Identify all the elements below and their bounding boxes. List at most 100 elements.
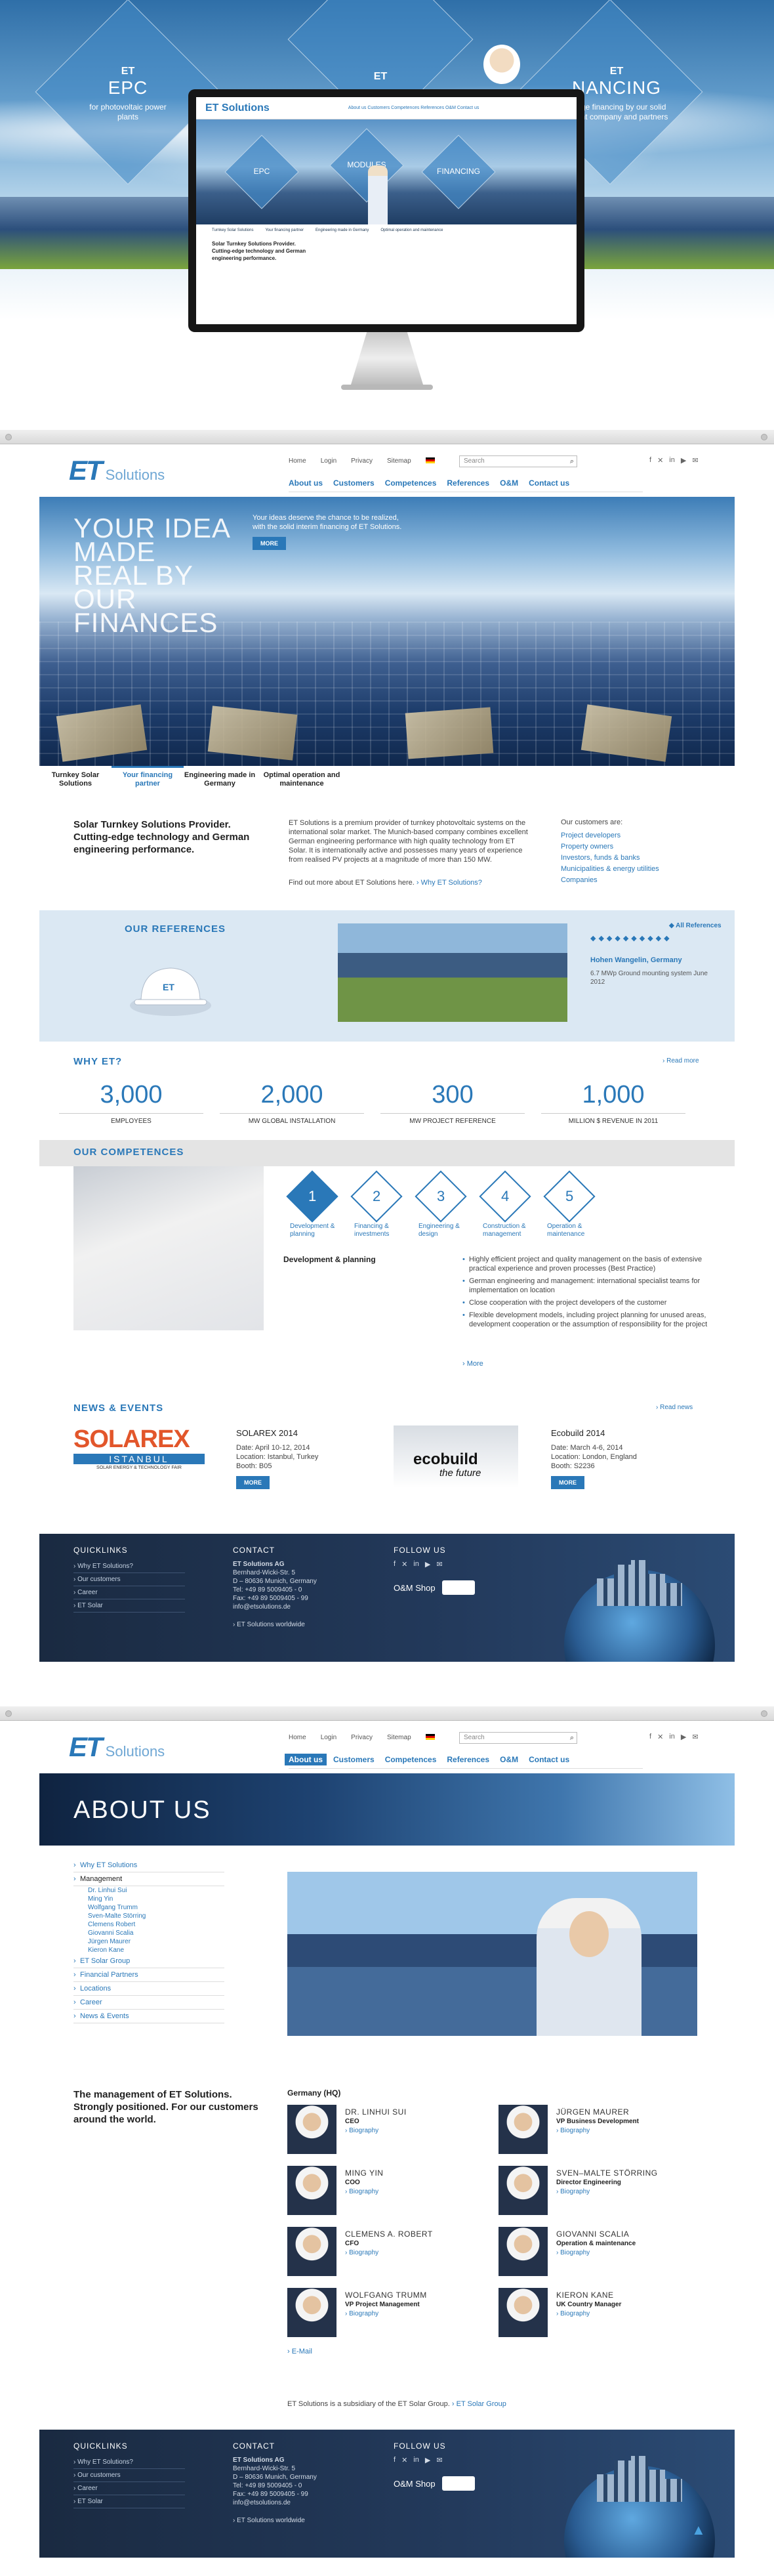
window-close-icon[interactable] [5,434,12,440]
xing-icon[interactable]: ✕ [401,1560,407,1569]
nav-competences[interactable]: Competences [385,1755,437,1764]
window-close-icon[interactable] [5,1710,12,1717]
tab-engineering[interactable]: Engineering made in Germany [184,766,256,799]
competence-more-link[interactable]: › More [462,1360,483,1368]
ecobuild-logo[interactable]: ecobuild the future [394,1425,518,1488]
top-link-privacy[interactable]: Privacy [351,1734,373,1741]
footer-email-link[interactable]: info@etsolutions.de [233,2499,317,2507]
biography-link[interactable]: › Biography [556,2188,590,2195]
footer-link[interactable]: › Career [73,2482,185,2495]
xing-icon[interactable]: ✕ [657,456,663,465]
email-link[interactable]: › E-Mail [287,2348,312,2355]
footer-link[interactable]: › Why ET Solutions? [73,2456,185,2469]
site-logo[interactable]: ET Solutions [69,457,165,484]
tab-turnkey[interactable]: Turnkey Solar Solutions [39,766,112,799]
why-et-link[interactable]: › Why ET Solutions? [417,879,482,887]
event-more-button[interactable]: MORE [236,1476,270,1489]
nav-contact-us[interactable]: Contact us [529,478,569,488]
om-shop-link[interactable]: O&M Shop [394,1580,475,1595]
competence-step-1[interactable]: 1 Development & planning [286,1170,338,1238]
nav-customers[interactable]: Customers [333,1755,375,1764]
top-link-login[interactable]: Login [321,457,336,465]
search-icon[interactable]: ⌕ [570,457,574,466]
competence-step-3[interactable]: 3 Engineering & design [415,1170,467,1238]
xing-icon[interactable]: ✕ [401,2456,407,2464]
sidebar-subitem[interactable]: Jürgen Maurer [73,1937,224,1946]
sidebar-item[interactable]: Financial Partners [73,1968,224,1982]
sidebar-item[interactable]: News & Events [73,2010,224,2023]
footer-email-link[interactable]: info@etsolutions.de [233,1603,317,1611]
biography-link[interactable]: › Biography [345,2127,378,2134]
top-link-sitemap[interactable]: Sitemap [387,457,411,465]
et-solar-group-link[interactable]: › ET Solar Group [452,2400,506,2408]
footer-worldwide-link[interactable]: › ET Solutions worldwide [233,2516,317,2525]
top-link-sitemap[interactable]: Sitemap [387,1734,411,1741]
customer-link[interactable]: Companies [561,876,705,884]
sidebar-subitem[interactable]: Giovanni Scalia [73,1929,224,1937]
biography-link[interactable]: › Biography [556,2310,590,2317]
footer-link[interactable]: › Our customers [73,2469,185,2482]
competence-step-2[interactable]: 2 Financing & investments [350,1170,403,1238]
facebook-icon[interactable]: f [649,456,651,465]
facebook-icon[interactable]: f [649,1733,651,1741]
nav-competences[interactable]: Competences [385,478,437,488]
biography-link[interactable]: › Biography [345,2310,378,2317]
biography-link[interactable]: › Biography [556,2127,590,2134]
footer-link[interactable]: › Career [73,1586,185,1599]
sidebar-item[interactable]: ET Solar Group [73,1954,224,1968]
customer-link[interactable]: Property owners [561,843,705,851]
mail-icon[interactable]: ✉ [692,456,698,465]
footer-link[interactable]: › ET Solar [73,2495,185,2508]
flag-germany-icon[interactable] [425,1734,435,1740]
window-resize-icon[interactable] [761,1710,767,1717]
footer-link[interactable]: › Our customers [73,1573,185,1586]
customer-link[interactable]: Municipalities & energy utilities [561,865,705,873]
nav-about-us[interactable]: About us [289,478,323,488]
biography-link[interactable]: › Biography [556,2249,590,2256]
banner-more-button[interactable]: MORE [253,537,286,550]
why-read-more-link[interactable]: › Read more [662,1057,699,1065]
sidebar-item-management[interactable]: Management [73,1872,224,1886]
facebook-icon[interactable]: f [394,1560,396,1569]
linkedin-icon[interactable]: in [669,1733,675,1741]
youtube-icon[interactable]: ▶ [425,1560,430,1569]
footer-link[interactable]: › ET Solar [73,1599,185,1613]
mail-icon[interactable]: ✉ [436,2456,442,2464]
linkedin-icon[interactable]: in [669,456,675,465]
top-link-home[interactable]: Home [289,1734,306,1741]
reference-pager[interactable]: ◆◆◆◆◆◆◆◆◆◆ [590,934,672,942]
nav-references[interactable]: References [447,478,489,488]
xing-icon[interactable]: ✕ [657,1733,663,1741]
top-link-home[interactable]: Home [289,457,306,465]
read-news-link[interactable]: › Read news [656,1404,693,1411]
scroll-to-top-icon[interactable]: ▲ [691,2522,715,2538]
window-resize-icon[interactable] [761,434,767,440]
tab-operation[interactable]: Optimal operation and maintenance [256,766,348,799]
linkedin-icon[interactable]: in [413,1560,419,1569]
competence-step-5[interactable]: 5 Operation & maintenance [543,1170,596,1238]
mail-icon[interactable]: ✉ [436,1560,442,1569]
nav-om[interactable]: O&M [500,1755,518,1764]
sidebar-item[interactable]: Locations [73,1982,224,1996]
footer-link[interactable]: › Why ET Solutions? [73,1560,185,1573]
footer-worldwide-link[interactable]: › ET Solutions worldwide [233,1620,317,1629]
sidebar-subitem[interactable]: Dr. Linhui Sui [73,1886,224,1895]
sidebar-subitem[interactable]: Clemens Robert [73,1920,224,1929]
mail-icon[interactable]: ✉ [692,1733,698,1741]
customer-link[interactable]: Investors, funds & banks [561,854,705,862]
top-link-login[interactable]: Login [321,1734,336,1741]
youtube-icon[interactable]: ▶ [681,1733,686,1741]
linkedin-icon[interactable]: in [413,2456,419,2464]
sidebar-item[interactable]: Why ET Solutions [73,1859,224,1872]
sidebar-item[interactable]: Career [73,1996,224,2010]
reference-photo[interactable] [338,923,567,1022]
customer-link[interactable]: Project developers [561,832,705,839]
om-shop-link[interactable]: O&M Shop [394,2476,475,2491]
nav-references[interactable]: References [447,1755,489,1764]
tab-financing[interactable]: Your financing partner [112,766,184,799]
biography-link[interactable]: › Biography [345,2249,378,2256]
all-references-link[interactable]: ◆ All References [669,922,722,929]
search-icon[interactable]: ⌕ [570,1734,574,1742]
event-more-button[interactable]: MORE [551,1476,584,1489]
sidebar-subitem[interactable]: Kieron Kane [73,1946,224,1954]
